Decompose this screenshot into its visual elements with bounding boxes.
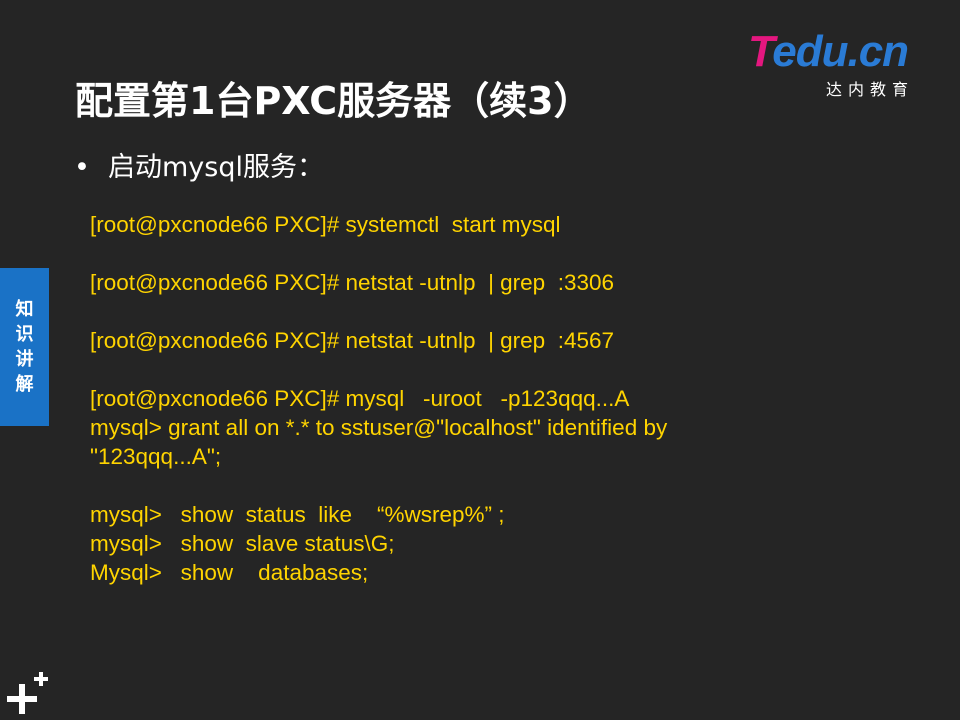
slide: Tedu.cn 达内教育 配置第1台PXC服务器（续3） • 启动mysql服务：…: [0, 0, 960, 720]
code-line: "123qqq...A";: [90, 444, 222, 469]
code-line: [root@pxcnode66 PXC]# netstat -utnlp | g…: [90, 328, 615, 353]
logo-subtitle: 达内教育: [826, 80, 915, 99]
code-line: mysql> show slave status\G;: [90, 531, 395, 556]
code-line: mysql> show status like “%wsrep%” ;: [90, 502, 505, 527]
code-line: [root@pxcnode66 PXC]# systemctl start my…: [90, 212, 561, 237]
bullet-text: 启动mysql服务：: [108, 152, 324, 183]
slide-title: 配置第1台PXC服务器（续3）: [75, 79, 592, 123]
code-line: [root@pxcnode66 PXC]# mysql -uroot -p123…: [90, 386, 630, 411]
code-line: Mysql> show databases;: [90, 560, 369, 585]
bullet-dot-icon: •: [74, 152, 90, 183]
side-tab-knowledge[interactable]: 知 识 讲 解: [0, 268, 49, 426]
bullet-item: • 启动mysql服务：: [74, 145, 324, 184]
plus-plus-icon: [7, 672, 48, 714]
side-tab-char: 知: [15, 299, 34, 320]
tedu-logo: Tedu.cn 达内教育: [748, 30, 930, 100]
side-tab-char: 解: [15, 374, 34, 395]
logo-brand-t: T: [748, 27, 773, 76]
logo-brand-rest: edu.cn: [772, 27, 909, 76]
code-line: [root@pxcnode66 PXC]# netstat -utnlp | g…: [90, 270, 615, 295]
logo-brand: Tedu.cn: [748, 27, 909, 76]
code-block: [root@pxcnode66 PXC]# systemctl start my…: [90, 210, 910, 587]
side-tab-char: 识: [15, 324, 34, 345]
code-line: mysql> grant all on *.* to sstuser@"loca…: [90, 415, 668, 440]
side-tab-char: 讲: [15, 349, 34, 370]
